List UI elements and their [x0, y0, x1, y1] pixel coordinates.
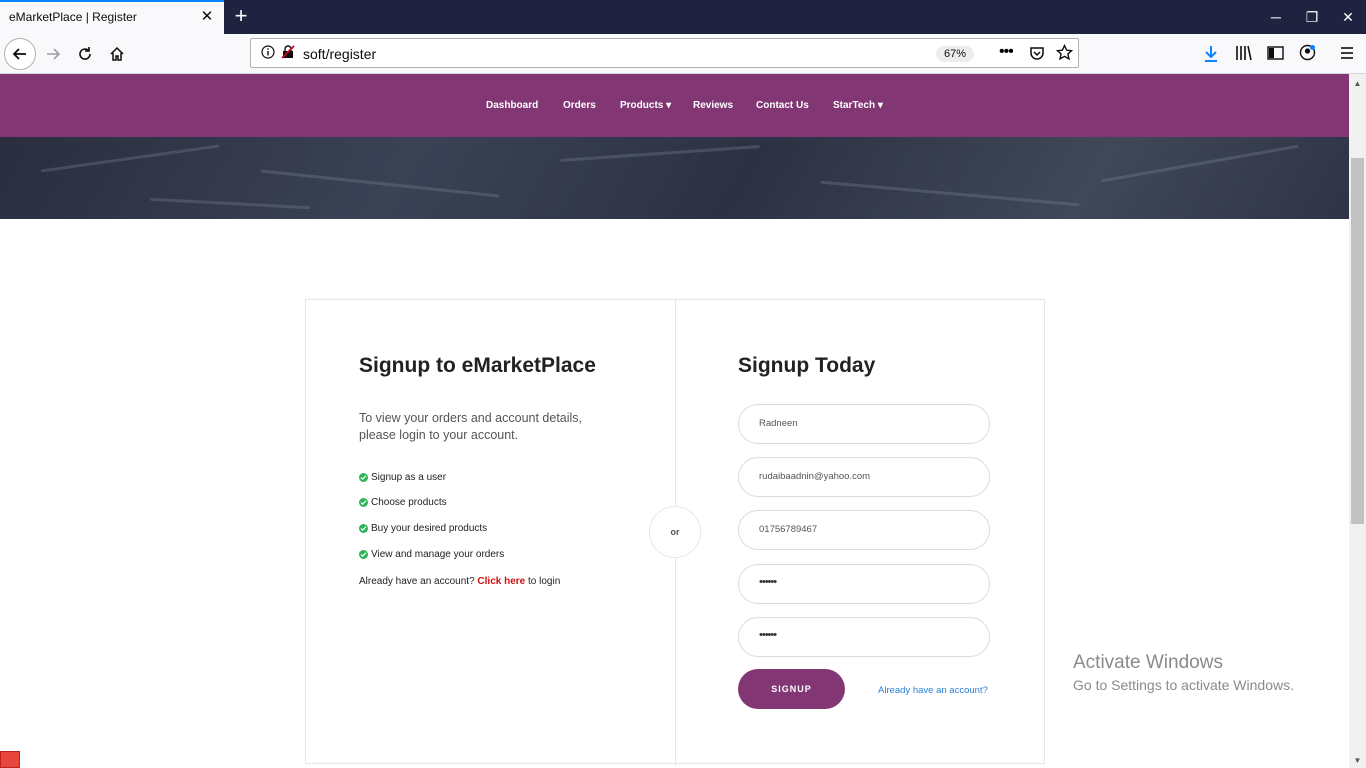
pocket-icon[interactable] — [1029, 45, 1045, 66]
hero-brush-stroke — [560, 145, 760, 162]
feature-label: Buy your desired products — [371, 523, 488, 534]
confirm-password-field-value: •••••• — [759, 629, 777, 641]
url-text: soft/register — [303, 46, 377, 62]
home-icon[interactable] — [101, 38, 133, 70]
hero-banner — [0, 137, 1349, 219]
page-scrollbar[interactable] — [1349, 74, 1366, 768]
more-icon[interactable]: ••• — [999, 43, 1014, 61]
feature-item: Signup as a user — [359, 472, 446, 483]
feature-item: View and manage your orders — [359, 549, 504, 560]
download-icon[interactable] — [1203, 45, 1219, 68]
window-close-icon[interactable]: ✕ — [1331, 0, 1365, 34]
restore-icon[interactable]: ❐ — [1295, 0, 1329, 34]
signup-card: or Signup to eMarketPlace To view your o… — [305, 299, 1045, 765]
hero-brush-stroke — [150, 197, 310, 210]
info-icon[interactable] — [261, 45, 275, 64]
nav-contact-us[interactable]: Contact Us — [756, 100, 809, 111]
login-suffix: to login — [525, 576, 561, 587]
phone-field-value: 01756789467 — [759, 524, 818, 535]
feature-label: Choose products — [371, 497, 447, 508]
login-prompt: Already have an account? Click here to l… — [359, 576, 560, 587]
check-icon — [359, 498, 368, 507]
star-icon[interactable] — [1055, 43, 1074, 66]
library-icon[interactable] — [1235, 45, 1253, 66]
left-panel-description: To view your orders and account details,… — [359, 411, 583, 442]
confirm-password-field[interactable]: •••••• — [738, 617, 990, 657]
scrollbar-thumb[interactable] — [1351, 158, 1364, 524]
menu-icon[interactable] — [1339, 45, 1355, 66]
reload-icon[interactable] — [69, 38, 101, 70]
url-bar[interactable]: soft/register 67% ••• — [250, 38, 1079, 68]
nav-reviews[interactable]: Reviews — [693, 100, 733, 111]
login-prefix: Already have an account? — [359, 576, 478, 587]
check-icon — [359, 524, 368, 533]
name-field[interactable]: Radneen — [738, 404, 990, 444]
close-icon[interactable]: ✕ — [199, 9, 215, 25]
browser-titlebar: eMarketPlace | Register ✕ + ─ ❐ ✕ — [0, 0, 1366, 34]
account-icon[interactable] — [1299, 44, 1316, 66]
name-field-value: Radneen — [759, 418, 798, 429]
forward-arrow-icon[interactable] — [37, 38, 69, 70]
hero-brush-stroke — [260, 169, 500, 198]
app-corner-icon[interactable] — [0, 751, 20, 768]
browser-tab[interactable]: eMarketPlace | Register ✕ — [0, 0, 224, 34]
nav-dashboard[interactable]: Dashboard — [486, 100, 538, 111]
nav-products-dropdown[interactable]: Products ▾ — [620, 100, 671, 111]
scroll-up-icon[interactable]: ▲ — [1352, 78, 1363, 89]
hero-brush-stroke — [40, 144, 220, 173]
email-field[interactable]: rudaibaadnin@yahoo.com — [738, 457, 990, 497]
sidebar-icon[interactable] — [1267, 45, 1284, 66]
check-icon — [359, 473, 368, 482]
browser-toolbar: soft/register 67% ••• — [0, 34, 1366, 74]
feature-item: Buy your desired products — [359, 523, 487, 534]
already-have-account-link[interactable]: Already have an account? — [878, 685, 988, 696]
feature-label: View and manage your orders — [371, 549, 505, 560]
check-icon — [359, 550, 368, 559]
minimize-icon[interactable]: ─ — [1259, 0, 1293, 34]
site-navbar: Dashboard Orders Products ▾ Reviews Cont… — [0, 74, 1349, 137]
plus-icon[interactable]: + — [230, 5, 252, 27]
password-field[interactable]: •••••• — [738, 564, 990, 604]
feature-item: Choose products — [359, 497, 447, 508]
email-field-value: rudaibaadnin@yahoo.com — [759, 471, 871, 482]
scroll-down-icon[interactable]: ▼ — [1352, 755, 1363, 766]
back-arrow-icon[interactable] — [4, 38, 36, 70]
nav-startech-dropdown[interactable]: StarTech ▾ — [833, 100, 883, 111]
tab-title: eMarketPlace | Register — [9, 10, 137, 24]
signup-button[interactable]: SIGNUP — [738, 669, 845, 709]
right-panel-title: Signup Today — [738, 354, 876, 377]
feature-label: Signup as a user — [371, 472, 447, 483]
phone-field[interactable]: 01756789467 — [738, 510, 990, 550]
zoom-indicator[interactable]: 67% — [936, 46, 974, 62]
hero-brush-stroke — [820, 180, 1080, 207]
or-separator: or — [649, 506, 701, 558]
nav-orders[interactable]: Orders — [563, 100, 596, 111]
password-field-value: •••••• — [759, 576, 777, 588]
activate-windows-title: Activate Windows — [1073, 652, 1223, 673]
left-panel-title: Signup to eMarketPlace — [359, 354, 596, 377]
activate-windows-subtitle: Go to Settings to activate Windows. — [1073, 677, 1294, 693]
insecure-lock-icon[interactable] — [281, 45, 295, 64]
hero-brush-stroke — [1101, 144, 1299, 183]
click-here-link[interactable]: Click here — [477, 576, 525, 587]
